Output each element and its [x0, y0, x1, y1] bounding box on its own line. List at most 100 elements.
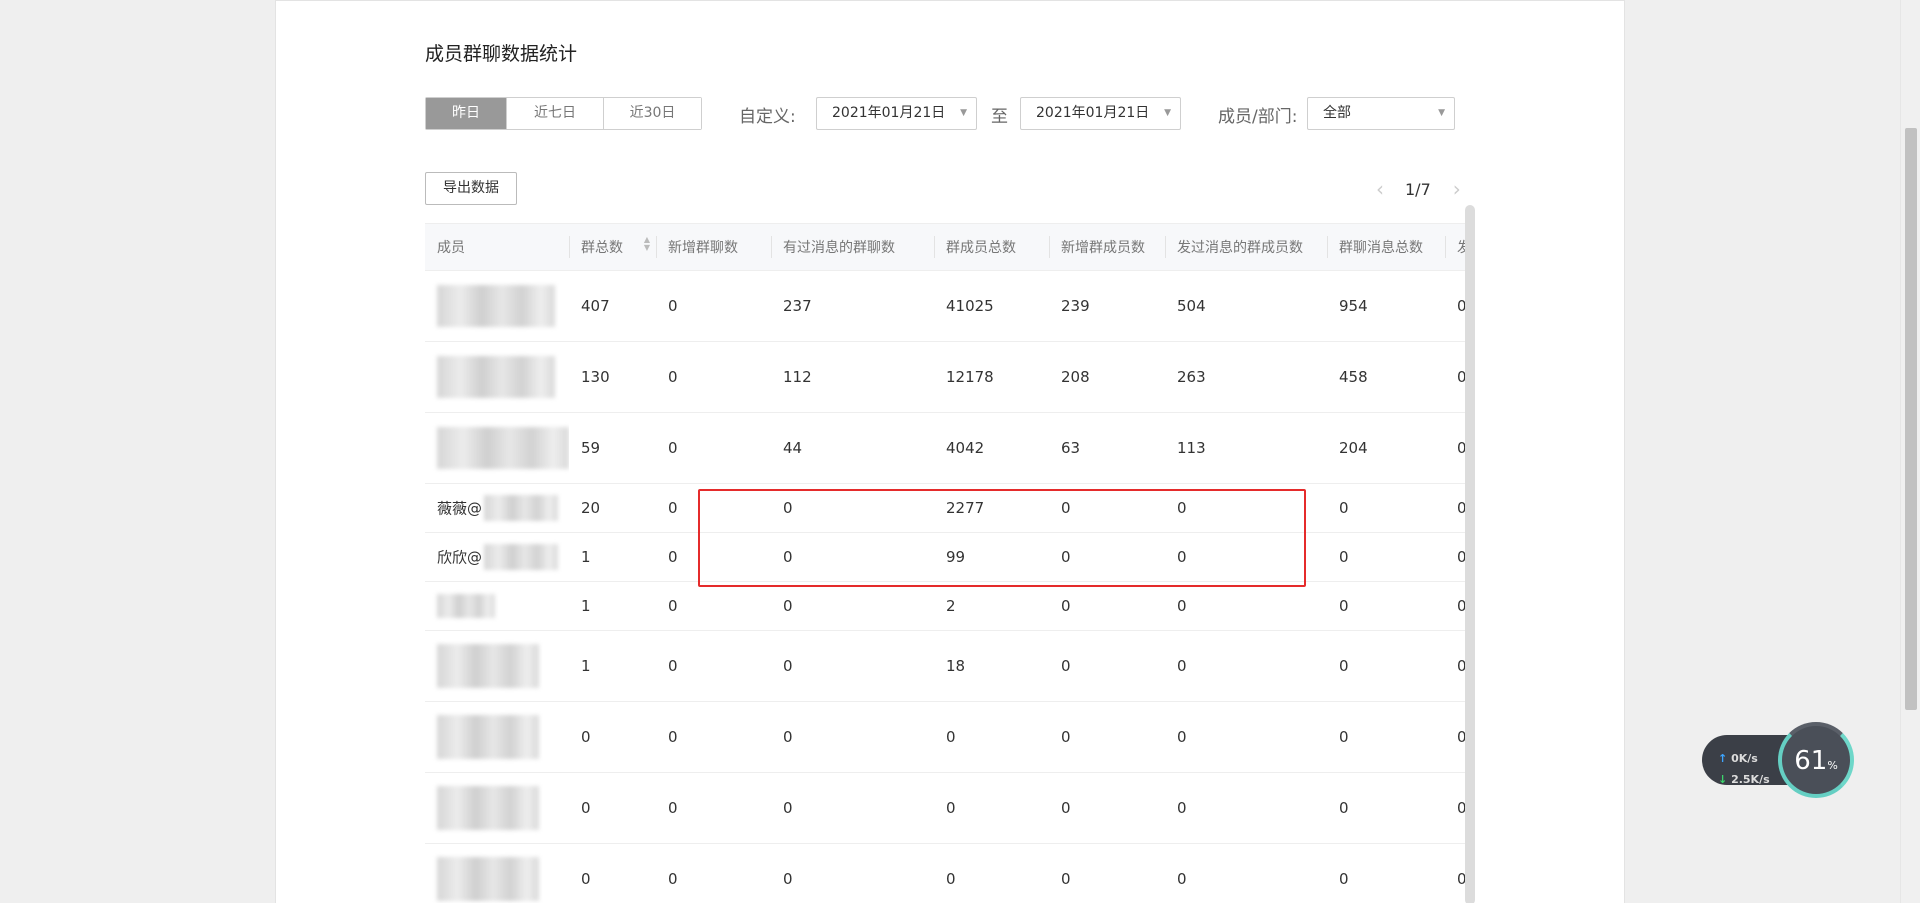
redacted-name [437, 594, 495, 618]
member-cell [425, 843, 569, 903]
table-cell: 0 [1049, 532, 1165, 582]
end-date-value: 2021年01月21日 [1036, 105, 1150, 121]
redacted-name [437, 285, 555, 327]
table-cell: 504 [1165, 270, 1327, 342]
start-date-select[interactable]: 2021年01月21日 ▼ [816, 97, 977, 130]
table-cell: 0 [1327, 701, 1445, 773]
redacted-name [437, 857, 539, 901]
table-cell: 0 [934, 701, 1049, 773]
table-cell: 0 [656, 581, 771, 631]
redacted-name [437, 786, 539, 830]
table-cell: 0 [771, 843, 934, 903]
table-cell: 18 [934, 630, 1049, 702]
table-cell: 0 [1165, 630, 1327, 702]
table-cell: 0 [1327, 581, 1445, 631]
table-cell: 0 [1327, 483, 1445, 533]
column-header-group-total[interactable]: 群总数 ▲ ▼ [569, 223, 656, 271]
table-cell: 204 [1327, 412, 1445, 484]
table-cell: 263 [1165, 341, 1327, 413]
table-cell: 0 [1049, 772, 1165, 844]
member-cell [425, 270, 569, 342]
table-cell: 407 [569, 270, 656, 342]
memory-usage-gauge[interactable]: 61% [1778, 722, 1854, 798]
table-cell: 0 [656, 630, 771, 702]
table-cell: 0 [1327, 630, 1445, 702]
table-cell: 0 [1445, 772, 1465, 844]
table-cell: 0 [656, 843, 771, 903]
redacted-name [437, 644, 539, 688]
member-cell [425, 341, 569, 413]
column-header-group-members: 群成员总数 [934, 223, 1049, 271]
table-cell: 0 [1165, 772, 1327, 844]
table-cell: 0 [771, 532, 934, 582]
table-cell: 0 [1049, 630, 1165, 702]
table-cell: 0 [1445, 483, 1465, 533]
table-cell: 0 [1049, 843, 1165, 903]
table-cell: 1 [569, 581, 656, 631]
table-cell: 0 [1327, 772, 1445, 844]
usage-percent-unit: % [1827, 759, 1838, 772]
table-cell: 0 [771, 483, 934, 533]
table-cell: 1 [569, 532, 656, 582]
table-cell: 458 [1327, 341, 1445, 413]
table-cell: 0 [771, 772, 934, 844]
table-cell: 0 [1445, 843, 1465, 903]
download-speed: ↓ 2.5K/s [1718, 773, 1770, 786]
column-header-messages: 群聊消息总数 [1327, 223, 1445, 271]
table-cell: 12178 [934, 341, 1049, 413]
page-title: 成员群聊数据统计 [425, 43, 578, 65]
caret-down-icon: ▼ [1438, 108, 1445, 118]
column-header-truncated: 发 [1445, 223, 1465, 271]
table-cell: 1 [569, 630, 656, 702]
redacted-name [437, 356, 555, 398]
end-date-select[interactable]: 2021年01月21日 ▼ [1020, 97, 1181, 130]
column-header-active-members: 发过消息的群成员数 [1165, 223, 1327, 271]
table-cell: 0 [771, 630, 934, 702]
sort-icon[interactable]: ▲ ▼ [644, 236, 650, 252]
member-cell [425, 412, 569, 484]
table-cell: 0 [656, 341, 771, 413]
export-data-button[interactable]: 导出数据 [425, 172, 517, 205]
table-cell: 4042 [934, 412, 1049, 484]
chevron-right-icon[interactable]: › [1448, 177, 1466, 201]
table-row: 1 0 0 2 0 0 0 0 [425, 581, 1465, 631]
table-cell: 0 [1327, 532, 1445, 582]
member-filter-label: 成员/部门: [1218, 107, 1298, 127]
stats-table-container: 成员 群总数 ▲ ▼ 新增群聊数 有过消息的群聊数 群成员总数 新增群成员数 发过消… [425, 223, 1465, 903]
tab-last-7-days[interactable]: 近七日 [507, 98, 604, 129]
table-cell: 44 [771, 412, 934, 484]
member-select[interactable]: 全部 ▼ [1307, 97, 1455, 130]
table-row: 1 0 0 18 0 0 0 0 [425, 630, 1465, 702]
member-cell: 薇薇@ [425, 483, 569, 533]
table-row: 0 0 0 0 0 0 0 0 [425, 843, 1465, 903]
table-cell: 0 [656, 701, 771, 773]
scrollbar-thumb[interactable] [1905, 128, 1917, 710]
table-row: 欣欣@ 1 0 0 99 0 0 0 0 [425, 532, 1465, 582]
to-label: 至 [991, 107, 1008, 127]
date-range-tabs: 昨日 近七日 近30日 [425, 97, 702, 130]
tab-yesterday[interactable]: 昨日 [426, 98, 507, 129]
tab-last-30-days[interactable]: 近30日 [604, 98, 701, 129]
table-row: 130 0 112 12178 208 263 458 0 [425, 341, 1465, 413]
redacted-name [484, 544, 559, 570]
network-speed-widget[interactable]: ↑ 0K/s ↓ 2.5K/s 61% [1702, 722, 1854, 798]
page-scrollbar[interactable] [1900, 0, 1920, 903]
table-cell: 0 [1445, 630, 1465, 702]
redacted-name [437, 715, 539, 759]
table-cell: 0 [1327, 843, 1445, 903]
table-cell: 0 [1049, 581, 1165, 631]
table-cell: 0 [1049, 701, 1165, 773]
pagination: ‹ 1/7 › [1371, 177, 1466, 201]
table-cell: 0 [569, 701, 656, 773]
chevron-left-icon[interactable]: ‹ [1371, 177, 1389, 201]
member-cell [425, 630, 569, 702]
start-date-value: 2021年01月21日 [832, 105, 946, 121]
table-cell: 0 [934, 772, 1049, 844]
table-cell: 0 [656, 270, 771, 342]
member-cell [425, 701, 569, 773]
upload-speed: ↑ 0K/s [1718, 752, 1758, 765]
table-horizontal-scrollbar[interactable] [1465, 205, 1475, 903]
table-cell: 0 [771, 701, 934, 773]
table-cell: 63 [1049, 412, 1165, 484]
page-indicator: 1/7 [1405, 179, 1431, 199]
